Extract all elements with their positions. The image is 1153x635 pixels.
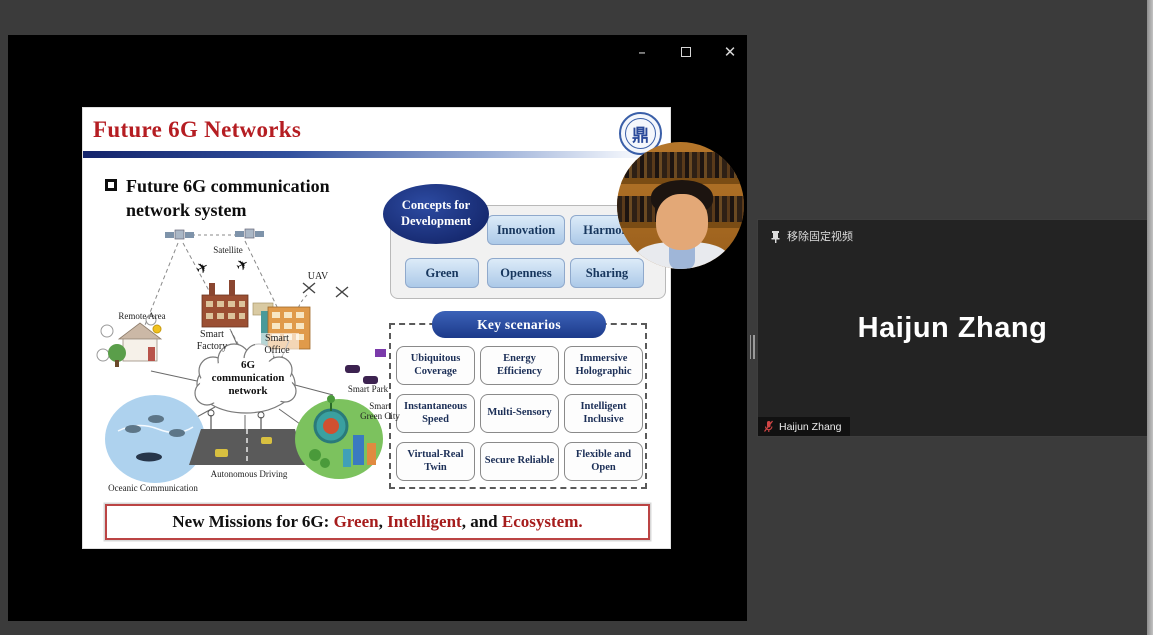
scenario-cell: Energy Efficiency (480, 346, 559, 385)
label-uav: UAV (298, 271, 338, 283)
scenario-cell: Secure Reliable (480, 442, 559, 481)
banner-sep2: , and (462, 512, 502, 532)
participant-tile[interactable]: 移除固定视频 Haijun Zhang Haijun Zhang (757, 219, 1148, 437)
scenario-cell: Intelligent Inclusive (564, 394, 643, 433)
presenter-face (656, 194, 708, 250)
scenario-cell: Multi-Sensory (480, 394, 559, 433)
banner-word-ecosystem: Ecosystem. (502, 512, 583, 532)
panel-splitter[interactable] (747, 35, 757, 621)
label-oceanic-communication: Oceanic Communication (107, 483, 199, 493)
muted-mic-icon (763, 420, 774, 433)
presenter-video-bubble[interactable] (617, 142, 744, 269)
scenario-cell: Ubiquitous Coverage (396, 346, 475, 385)
scrollbar[interactable] (1147, 0, 1153, 635)
window-controls: – ✕ (633, 43, 739, 61)
title-divider-bar (83, 151, 670, 158)
label-autonomous-driving: Autonomous Driving (209, 469, 289, 479)
heading-text: Future 6G communication network system (126, 174, 376, 223)
label-smart-factory: Smart Factory (189, 329, 235, 352)
minimize-icon[interactable]: – (633, 43, 651, 61)
participant-name-display: Haijun Zhang (758, 220, 1147, 436)
label-smart-office: Smart Office (255, 333, 299, 356)
slide-heading: Future 6G communication network system (105, 174, 376, 223)
concept-innovation: Innovation (487, 215, 565, 245)
close-icon[interactable]: ✕ (721, 43, 739, 61)
name-tag-text: Haijun Zhang (779, 421, 841, 433)
scenario-cell: Virtual-Real Twin (396, 442, 475, 481)
logo-glyph: 鼎 (625, 118, 656, 149)
concepts-ellipse: Concepts for Development (383, 184, 489, 244)
presentation-window: – ✕ Future 6G Networks 鼎 Future 6G commu… (8, 35, 747, 621)
concepts-label-line2: Development (401, 214, 471, 230)
scenario-cell: Immersive Holographic (564, 346, 643, 385)
maximize-box (681, 47, 691, 57)
key-scenarios-banner: Key scenarios (432, 311, 606, 338)
scenario-cell: Flexible and Open (564, 442, 643, 481)
concept-green: Green (405, 258, 479, 288)
concept-sharing: Sharing (570, 258, 644, 288)
slide-title: Future 6G Networks (93, 117, 301, 143)
label-smart-green-city: Smart Green City (359, 401, 401, 422)
concepts-label-line1: Concepts for (402, 198, 470, 214)
label-satellite: Satellite (205, 245, 251, 255)
network-diagram: ✈ ✈ Satellite UAV Remote Area Smart Fact… (93, 223, 405, 545)
label-smart-park: Smart Park (333, 384, 403, 394)
maximize-icon[interactable] (677, 43, 695, 61)
label-remote-area: Remote Area (103, 311, 181, 321)
scenario-cell: Instantaneous Speed (396, 394, 475, 433)
splitter-handle-icon[interactable] (750, 335, 755, 359)
label-6g-cloud: 6G communication network (205, 359, 291, 399)
concept-openness: Openness (487, 258, 565, 288)
participant-name-tag: Haijun Zhang (758, 417, 850, 436)
slide: Future 6G Networks 鼎 Future 6G communica… (83, 108, 670, 548)
bullet-square-icon (105, 179, 117, 191)
